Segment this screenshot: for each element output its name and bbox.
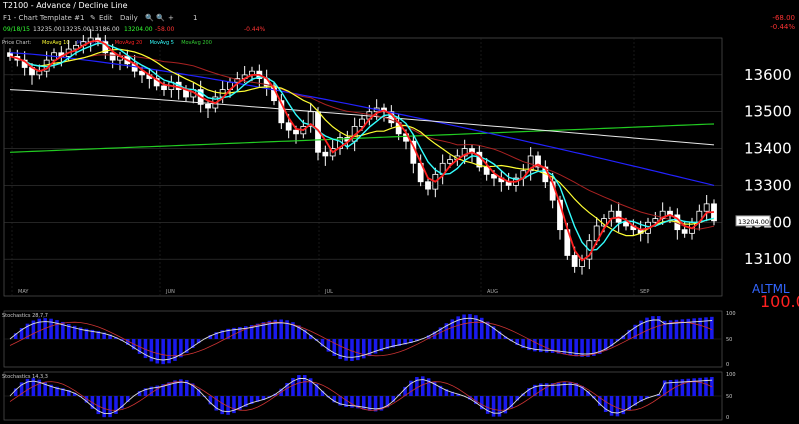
candle-body <box>293 129 299 135</box>
stoch-tick-label: 50 <box>726 337 732 343</box>
month-label: JUL <box>324 289 333 295</box>
price-chart[interactable]: 136001350013400133001320013100MAYJUNJULA… <box>0 0 799 424</box>
month-label: AUG <box>487 289 498 295</box>
stoch-panel-label: Stochastics 14,3,3 <box>2 374 48 380</box>
y-tick-label: 13100 <box>744 250 792 268</box>
ma-legend-movavg-200: MovAvg 200 <box>181 40 212 46</box>
candle-body <box>425 181 431 190</box>
stoch-tick-label: 50 <box>726 394 732 400</box>
candle-body <box>703 203 710 212</box>
candle-body <box>447 159 453 164</box>
altml-value: 100.0 <box>760 292 799 311</box>
ma-legend-movavg-5: MovAvg 5 <box>150 40 174 46</box>
candle-body <box>483 166 490 175</box>
month-label: JUN <box>165 289 175 295</box>
stoch-tick-label: 0 <box>726 415 729 421</box>
y-tick-label: 13400 <box>744 140 792 158</box>
stoch-tick-label: 100 <box>726 372 736 378</box>
stoch-tick-label: 0 <box>726 362 729 368</box>
candle-body <box>571 255 578 267</box>
stoch-tick-label: 100 <box>726 311 736 317</box>
candle-body <box>285 122 292 131</box>
ma5-line <box>9 42 715 252</box>
y-tick-label: 13500 <box>744 103 792 121</box>
price-panel-frame <box>3 37 723 297</box>
last-price-label: 13204.00 <box>738 218 769 226</box>
candle-body <box>681 229 688 234</box>
month-label: SEP <box>640 289 649 295</box>
month-label: MAY <box>18 289 29 295</box>
ma-legend-movavg-10: MovAvg 10 <box>42 40 70 46</box>
y-tick-label: 13600 <box>744 66 792 84</box>
candle-body <box>322 151 329 157</box>
candle-body <box>109 52 116 61</box>
ma20-line <box>9 54 715 230</box>
candle-body <box>161 85 167 90</box>
candle-body <box>205 103 211 109</box>
price-panel-label: Price Chart: <box>2 40 32 46</box>
candle-body <box>623 221 629 227</box>
stoch-panel-label: Stochastics 28,7,7 <box>2 313 48 319</box>
ma-legend-movavg-20: MovAvg 20 <box>115 40 143 46</box>
y-tick-label: 13300 <box>744 176 792 194</box>
ma10-line <box>9 48 715 237</box>
